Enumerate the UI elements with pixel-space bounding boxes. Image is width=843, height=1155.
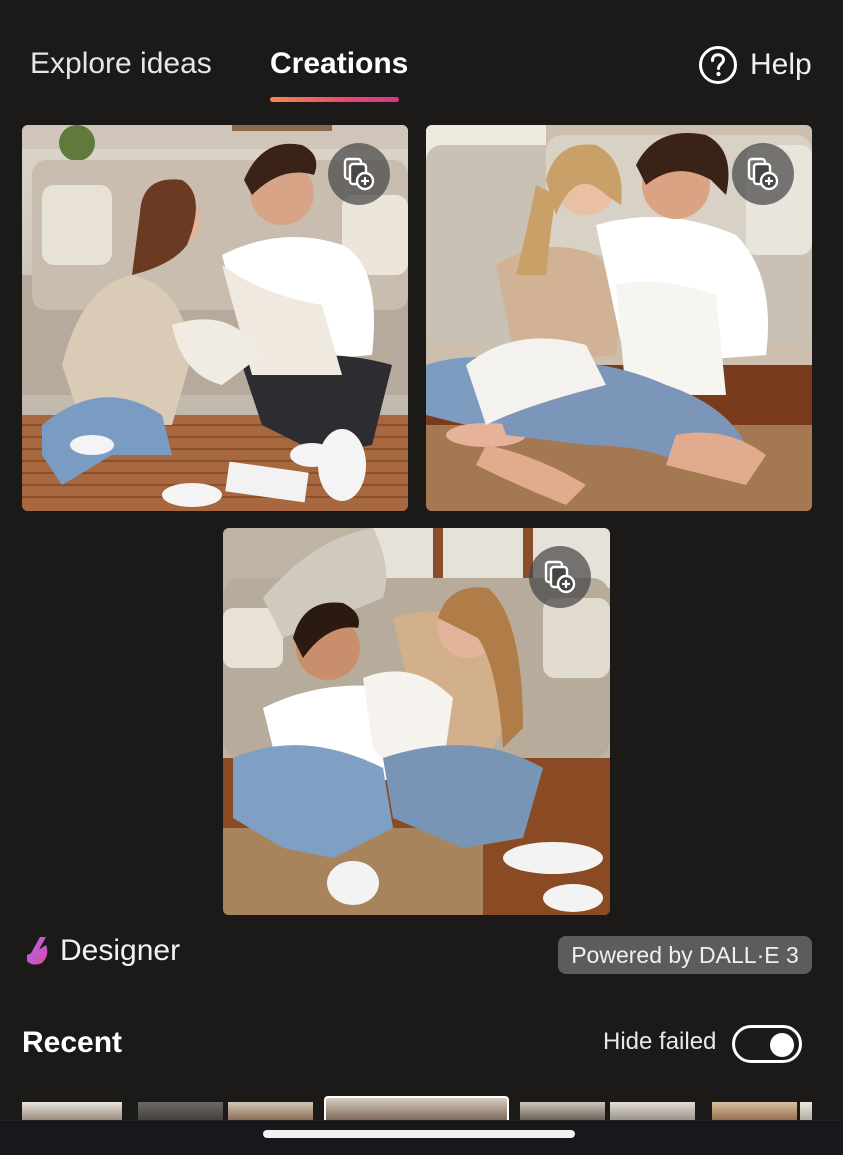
generated-image-1[interactable] bbox=[22, 125, 408, 511]
toggle-knob bbox=[770, 1033, 794, 1057]
copy-add-icon bbox=[343, 157, 375, 191]
recent-heading: Recent bbox=[22, 1026, 123, 1059]
hide-failed-label: Hide failed bbox=[603, 1028, 717, 1055]
generated-image-3[interactable] bbox=[223, 528, 610, 915]
copy-add-button[interactable] bbox=[529, 546, 591, 608]
copy-add-button[interactable] bbox=[328, 143, 390, 205]
help-label: Help bbox=[750, 48, 812, 81]
designer-label: Designer bbox=[60, 934, 181, 967]
copy-add-icon bbox=[747, 157, 779, 191]
copy-add-icon bbox=[544, 560, 576, 594]
hide-failed-toggle[interactable] bbox=[732, 1025, 802, 1063]
active-tab-indicator bbox=[270, 97, 399, 102]
question-circle-icon bbox=[699, 46, 737, 84]
tab-creations[interactable]: Creations bbox=[270, 44, 408, 84]
designer-brand: Designer bbox=[24, 934, 180, 968]
generated-image-2[interactable] bbox=[426, 125, 812, 511]
home-indicator[interactable] bbox=[263, 1130, 575, 1138]
copy-add-button[interactable] bbox=[732, 143, 794, 205]
designer-logo-icon bbox=[27, 937, 48, 965]
powered-by-badge: Powered by DALL·E 3 bbox=[558, 936, 812, 974]
tab-explore-ideas[interactable]: Explore ideas bbox=[30, 44, 212, 84]
help-button[interactable]: Help bbox=[698, 44, 812, 86]
